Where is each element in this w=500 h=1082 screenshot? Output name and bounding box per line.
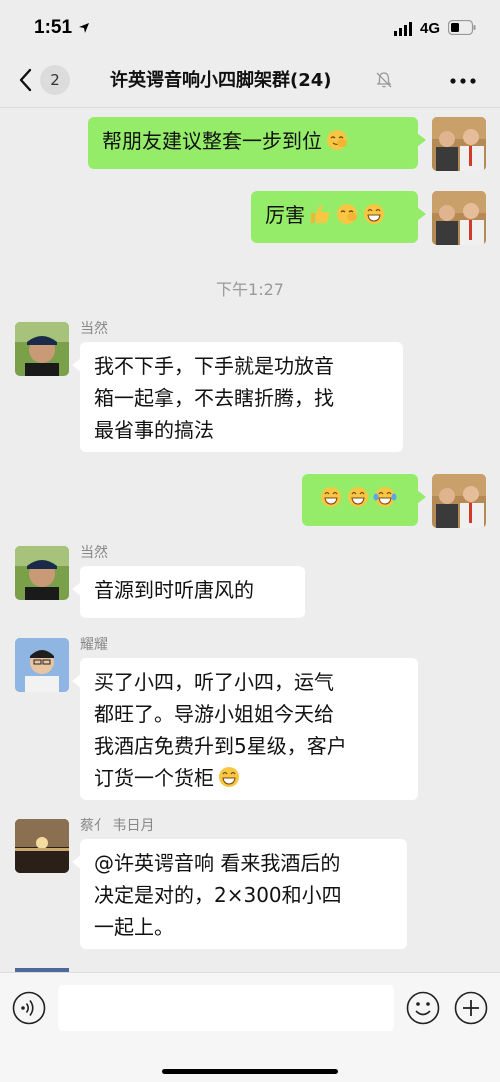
message-text: 订货一个货柜 — [94, 766, 214, 790]
message-text-line: 我不下手，下手就是功放音 — [94, 354, 334, 378]
avatar-contact[interactable] — [15, 638, 69, 692]
message-bubble-self[interactable]: 帮朋友建议整套一步到位 — [88, 117, 426, 169]
back-chevron-icon — [19, 68, 32, 92]
avatar-contact[interactable] — [15, 546, 69, 600]
message-text: 音源到时听唐风的 — [94, 578, 254, 602]
status-bar: 1:51 4G — [0, 0, 500, 52]
avatar-contact[interactable] — [15, 322, 69, 376]
facepalm-emoji — [327, 130, 347, 150]
network-label: 4G — [420, 20, 441, 37]
message-input[interactable] — [58, 985, 394, 1031]
message-text-line: 最省事的搞法 — [94, 418, 214, 442]
input-bar — [0, 972, 500, 1082]
sender-name: 耀耀 — [80, 637, 108, 653]
chat-timestamp: 下午1:27 — [216, 280, 284, 299]
mute-bell-icon — [376, 72, 392, 88]
voice-icon[interactable] — [12, 991, 46, 1025]
message-text-line: 箱一起拿，不去瞎折腾，找 — [94, 386, 334, 410]
location-arrow-icon — [79, 23, 89, 33]
message-text-line: 一起上。 — [94, 915, 174, 939]
message-bubble-contact[interactable]: 音源到时听唐风的 — [72, 566, 305, 618]
message-bubble-contact[interactable]: 买了小四，听了小四，运气 都旺了。导游小姐姐今天给 我酒店免费升到5星级，客户 … — [72, 658, 418, 800]
message-text-line: @许英谔音响 看来我酒后的 — [94, 851, 341, 875]
home-indicator[interactable] — [162, 1069, 338, 1074]
avatar-self[interactable] — [432, 117, 486, 171]
avatar-self[interactable] — [432, 191, 486, 245]
grin-emoji — [348, 487, 368, 507]
sender-name: 蔡亻 韦日月 — [80, 818, 155, 834]
signal-icon — [394, 22, 412, 36]
plus-icon[interactable] — [454, 991, 488, 1025]
sender-name: 当然 — [80, 321, 108, 337]
message-text-line: 买了小四，听了小四，运气 — [94, 670, 334, 694]
chat-title: 许英谔音响小四脚架群(24) — [110, 70, 332, 91]
unread-badge: 2 — [40, 65, 70, 95]
sender-name: 当然 — [80, 545, 108, 561]
grin-emoji — [364, 204, 384, 224]
grin-emoji — [219, 767, 239, 787]
message-bubble-contact[interactable]: @许英谔音响 看来我酒后的 决定是对的，2×300和小四 一起上。 — [72, 839, 407, 949]
grin-emoji — [321, 487, 341, 507]
message-text-line: 都旺了。导游小姐姐今天给 — [94, 702, 334, 726]
message-text: 厉害 — [265, 203, 305, 227]
thumbs-up-emoji — [311, 205, 330, 223]
avatar-self[interactable] — [432, 474, 486, 528]
message-text-line: 决定是对的，2×300和小四 — [94, 883, 342, 907]
message-text-line: 我酒店免费升到5星级，客户 — [94, 734, 347, 758]
message-text-line: 订货一个货柜 — [94, 762, 404, 794]
more-dots-icon[interactable] — [448, 76, 478, 86]
emoji-face-icon[interactable] — [406, 991, 440, 1025]
status-time: 1:51 — [34, 17, 73, 38]
message-bubble-self[interactable] — [302, 474, 426, 526]
chat-header: 2 许英谔音响小四脚架群(24) — [0, 52, 500, 108]
back-button[interactable]: 2 — [14, 64, 74, 96]
facepalm-emoji — [337, 204, 357, 224]
message-bubble-contact[interactable]: 我不下手，下手就是功放音 箱一起拿，不去瞎折腾，找 最省事的搞法 — [72, 342, 403, 452]
tears-of-joy-emoji — [373, 487, 397, 507]
message-text: 帮朋友建议整套一步到位 — [102, 129, 322, 153]
message-bubble-self[interactable]: 厉害 — [251, 191, 426, 243]
avatar-contact[interactable] — [15, 819, 69, 873]
battery-icon — [448, 20, 476, 35]
